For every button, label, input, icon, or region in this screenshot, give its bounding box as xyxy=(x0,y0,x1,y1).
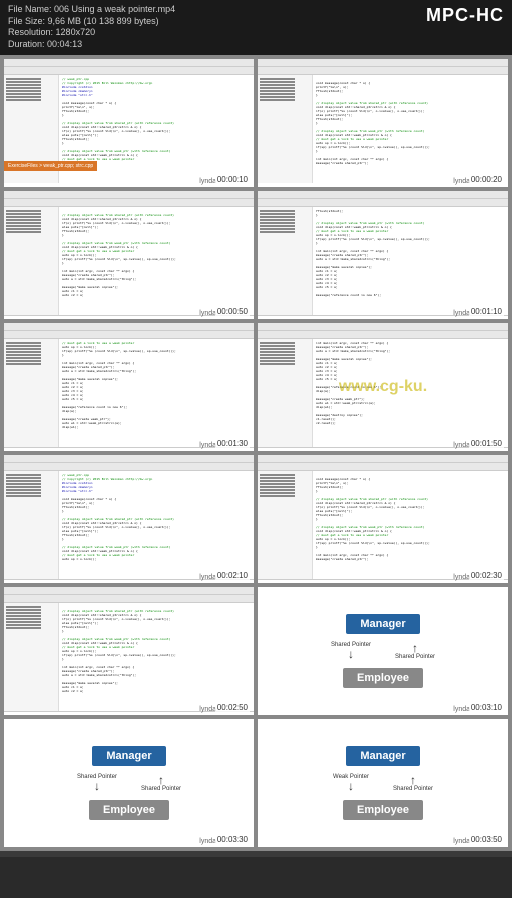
ide-sidebar xyxy=(258,471,313,579)
timestamp: 00:00:20 xyxy=(469,174,504,185)
code-editor: void message(const char * s) { printf("%… xyxy=(313,471,508,579)
code-editor: // display object value from shared_ptr … xyxy=(59,603,254,711)
diagram-arrows: Shared Pointer↓↑Shared Pointer xyxy=(331,642,435,660)
progress-bar[interactable] xyxy=(0,851,512,857)
diagram-box-employee: Employee xyxy=(89,800,169,820)
ide-sidebar xyxy=(4,471,59,579)
thumbnail-ide[interactable]: void message(const char * s) { printf("%… xyxy=(258,59,508,187)
thumbnail-ide[interactable]: void message(const char * s) { printf("%… xyxy=(258,455,508,583)
duration-label: Duration: xyxy=(8,39,45,49)
thumbnail-ide[interactable]: fflush(stdout);}// display object value … xyxy=(258,191,508,319)
thumbnail-ide[interactable]: // weak_ptr.cpp// Copyright (c) 2015 Bil… xyxy=(4,455,254,583)
code-editor: void message(const char * s) { printf("%… xyxy=(313,75,508,183)
diagram-arrows: Shared Pointer↓↑Shared Pointer xyxy=(77,774,181,792)
thumbnail-ide[interactable]: // display object value from shared_ptr … xyxy=(4,587,254,715)
brand-watermark: lynda xyxy=(199,838,216,845)
brand-watermark: lynda xyxy=(199,706,216,713)
brand-watermark: lynda xyxy=(453,838,470,845)
diagram-box-manager: Manager xyxy=(92,746,165,766)
code-editor: fflush(stdout);}// display object value … xyxy=(313,207,508,315)
brand-watermark: lynda xyxy=(199,178,216,185)
brand-watermark: lynda xyxy=(453,178,470,185)
brand-watermark: lynda xyxy=(199,310,216,317)
brand-watermark: lynda xyxy=(199,442,216,449)
diagram-box-employee: Employee xyxy=(343,800,423,820)
file-size-value: 9,66 MB (10 138 899 bytes) xyxy=(48,16,159,26)
thumbnail-ide[interactable]: // weak_ptr.cpp// Copyright (c) 2015 Bil… xyxy=(4,59,254,187)
diagram-arrows: Weak Pointer↓↑Shared Pointer xyxy=(333,774,433,792)
app-logo: MPC-HC xyxy=(426,4,504,51)
timestamp: 00:02:10 xyxy=(215,570,250,581)
timestamp: 00:01:30 xyxy=(215,438,250,449)
code-editor: // weak_ptr.cpp// Copyright (c) 2015 Bil… xyxy=(59,471,254,579)
thumbnail-diagram[interactable]: Manager Shared Pointer↓↑Shared Pointer Emp… xyxy=(258,587,508,715)
file-path-badge: ExerciseFiles > weak_ptr.cpp; strc.cpp xyxy=(4,161,97,171)
media-info-header: File Name: 006 Using a weak pointer.mp4 … xyxy=(0,0,512,55)
timestamp: 00:02:30 xyxy=(469,570,504,581)
brand-watermark: lynda xyxy=(453,442,470,449)
thumbnail-diagram[interactable]: Manager Weak Pointer↓↑Shared Pointer Emplo… xyxy=(258,719,508,847)
thumbnail-ide[interactable]: // display object value from shared_ptr … xyxy=(4,191,254,319)
ide-sidebar xyxy=(258,75,313,183)
timestamp: 00:02:50 xyxy=(215,702,250,713)
ide-sidebar xyxy=(258,207,313,315)
timestamp: 00:00:50 xyxy=(215,306,250,317)
diagram-box-employee: Employee xyxy=(343,668,423,688)
diagram-box-manager: Manager xyxy=(346,746,419,766)
timestamp: 00:01:50 xyxy=(469,438,504,449)
brand-watermark: lynda xyxy=(453,706,470,713)
file-name-value: 006 Using a weak pointer.mp4 xyxy=(54,4,175,14)
resolution-value: 1280x720 xyxy=(56,27,96,37)
thumbnail-ide[interactable]: // must get a lock to use a weak pointer… xyxy=(4,323,254,451)
brand-watermark: lynda xyxy=(453,574,470,581)
ide-sidebar xyxy=(4,603,59,711)
diagram-box-manager: Manager xyxy=(346,614,419,634)
thumbnail-ide[interactable]: int main(int argc, const char ** argv) {… xyxy=(258,323,508,451)
file-size-label: File Size: xyxy=(8,16,45,26)
timestamp: 00:01:10 xyxy=(469,306,504,317)
timestamp: 00:00:10 xyxy=(215,174,250,185)
file-name-label: File Name: xyxy=(8,4,52,14)
resolution-label: Resolution: xyxy=(8,27,53,37)
thumbnail-diagram[interactable]: Manager Shared Pointer↓↑Shared Pointer Emp… xyxy=(4,719,254,847)
code-editor: int main(int argc, const char ** argv) {… xyxy=(313,339,508,447)
ide-sidebar xyxy=(4,207,59,315)
ide-sidebar xyxy=(258,339,313,447)
timestamp: 00:03:50 xyxy=(469,834,504,845)
brand-watermark: lynda xyxy=(453,310,470,317)
code-editor: // display object value from shared_ptr … xyxy=(59,207,254,315)
ide-sidebar xyxy=(4,339,59,447)
thumbnail-grid: // weak_ptr.cpp// Copyright (c) 2015 Bil… xyxy=(0,55,512,851)
code-editor: // must get a lock to use a weak pointer… xyxy=(59,339,254,447)
brand-watermark: lynda xyxy=(199,574,216,581)
timestamp: 00:03:10 xyxy=(469,702,504,713)
timestamp: 00:03:30 xyxy=(215,834,250,845)
duration-value: 00:04:13 xyxy=(47,39,82,49)
